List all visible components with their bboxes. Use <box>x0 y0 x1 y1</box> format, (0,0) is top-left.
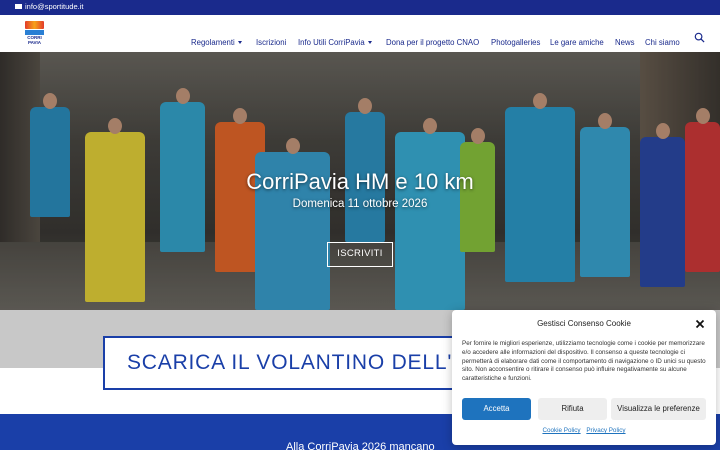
cookie-consent-dialog: Gestisci Consenso Cookie Per fornire le … <box>452 310 716 445</box>
nav-item-photogalleries[interactable]: Photogalleries <box>491 38 540 47</box>
nav-item-regolamenti[interactable]: Regolamenti <box>191 38 242 47</box>
nav-item-dona[interactable]: Dona per il progetto CNAO <box>386 38 479 47</box>
preferences-button[interactable]: Visualizza le preferenze <box>611 398 706 420</box>
consent-links: Cookie Policy Privacy Policy <box>452 427 716 434</box>
mail-icon <box>15 4 22 9</box>
chevron-down-icon <box>367 41 372 44</box>
nav-item-gare-amiche[interactable]: Le gare amiche <box>550 38 604 47</box>
main-nav: Regolamenti Iscrizioni Info Utili CorriP… <box>0 38 720 50</box>
accept-button[interactable]: Accetta <box>462 398 531 420</box>
consent-text: Per fornire le migliori esperienze, util… <box>462 340 706 383</box>
nav-item-chi-siamo[interactable]: Chi siamo <box>645 38 680 47</box>
deny-button[interactable]: Rifiuta <box>538 398 607 420</box>
register-button[interactable]: ISCRIVITI <box>327 242 393 267</box>
hero-date: Domenica 11 ottobre 2026 <box>292 198 428 210</box>
email-text: info@sportitude.it <box>25 2 84 11</box>
close-icon[interactable] <box>695 319 705 329</box>
hero-banner: CorriPavia HM e 10 km Domenica 11 ottobr… <box>0 52 720 310</box>
nav-item-iscrizioni[interactable]: Iscrizioni <box>256 38 286 47</box>
search-icon[interactable] <box>694 32 705 43</box>
countdown-label: Alla CorriPavia 2026 mancano <box>286 441 435 450</box>
top-bar: info@sportitude.it <box>0 0 720 15</box>
email-link[interactable]: info@sportitude.it <box>15 2 83 11</box>
hero-title: CorriPavia HM e 10 km <box>246 169 474 194</box>
flyer-label: SCARICA IL VOLANTINO DELL'ED <box>127 351 483 374</box>
privacy-policy-link[interactable]: Privacy Policy <box>586 427 625 434</box>
nav-item-news[interactable]: News <box>615 38 635 47</box>
chevron-down-icon <box>237 41 242 44</box>
site-header: CORRI PAVIA Regolamenti Iscrizioni Info … <box>0 15 720 52</box>
cookie-policy-link[interactable]: Cookie Policy <box>542 427 580 434</box>
nav-item-info-utili[interactable]: Info Utili CorriPavia <box>298 38 372 47</box>
consent-title: Gestisci Consenso Cookie <box>537 319 631 328</box>
